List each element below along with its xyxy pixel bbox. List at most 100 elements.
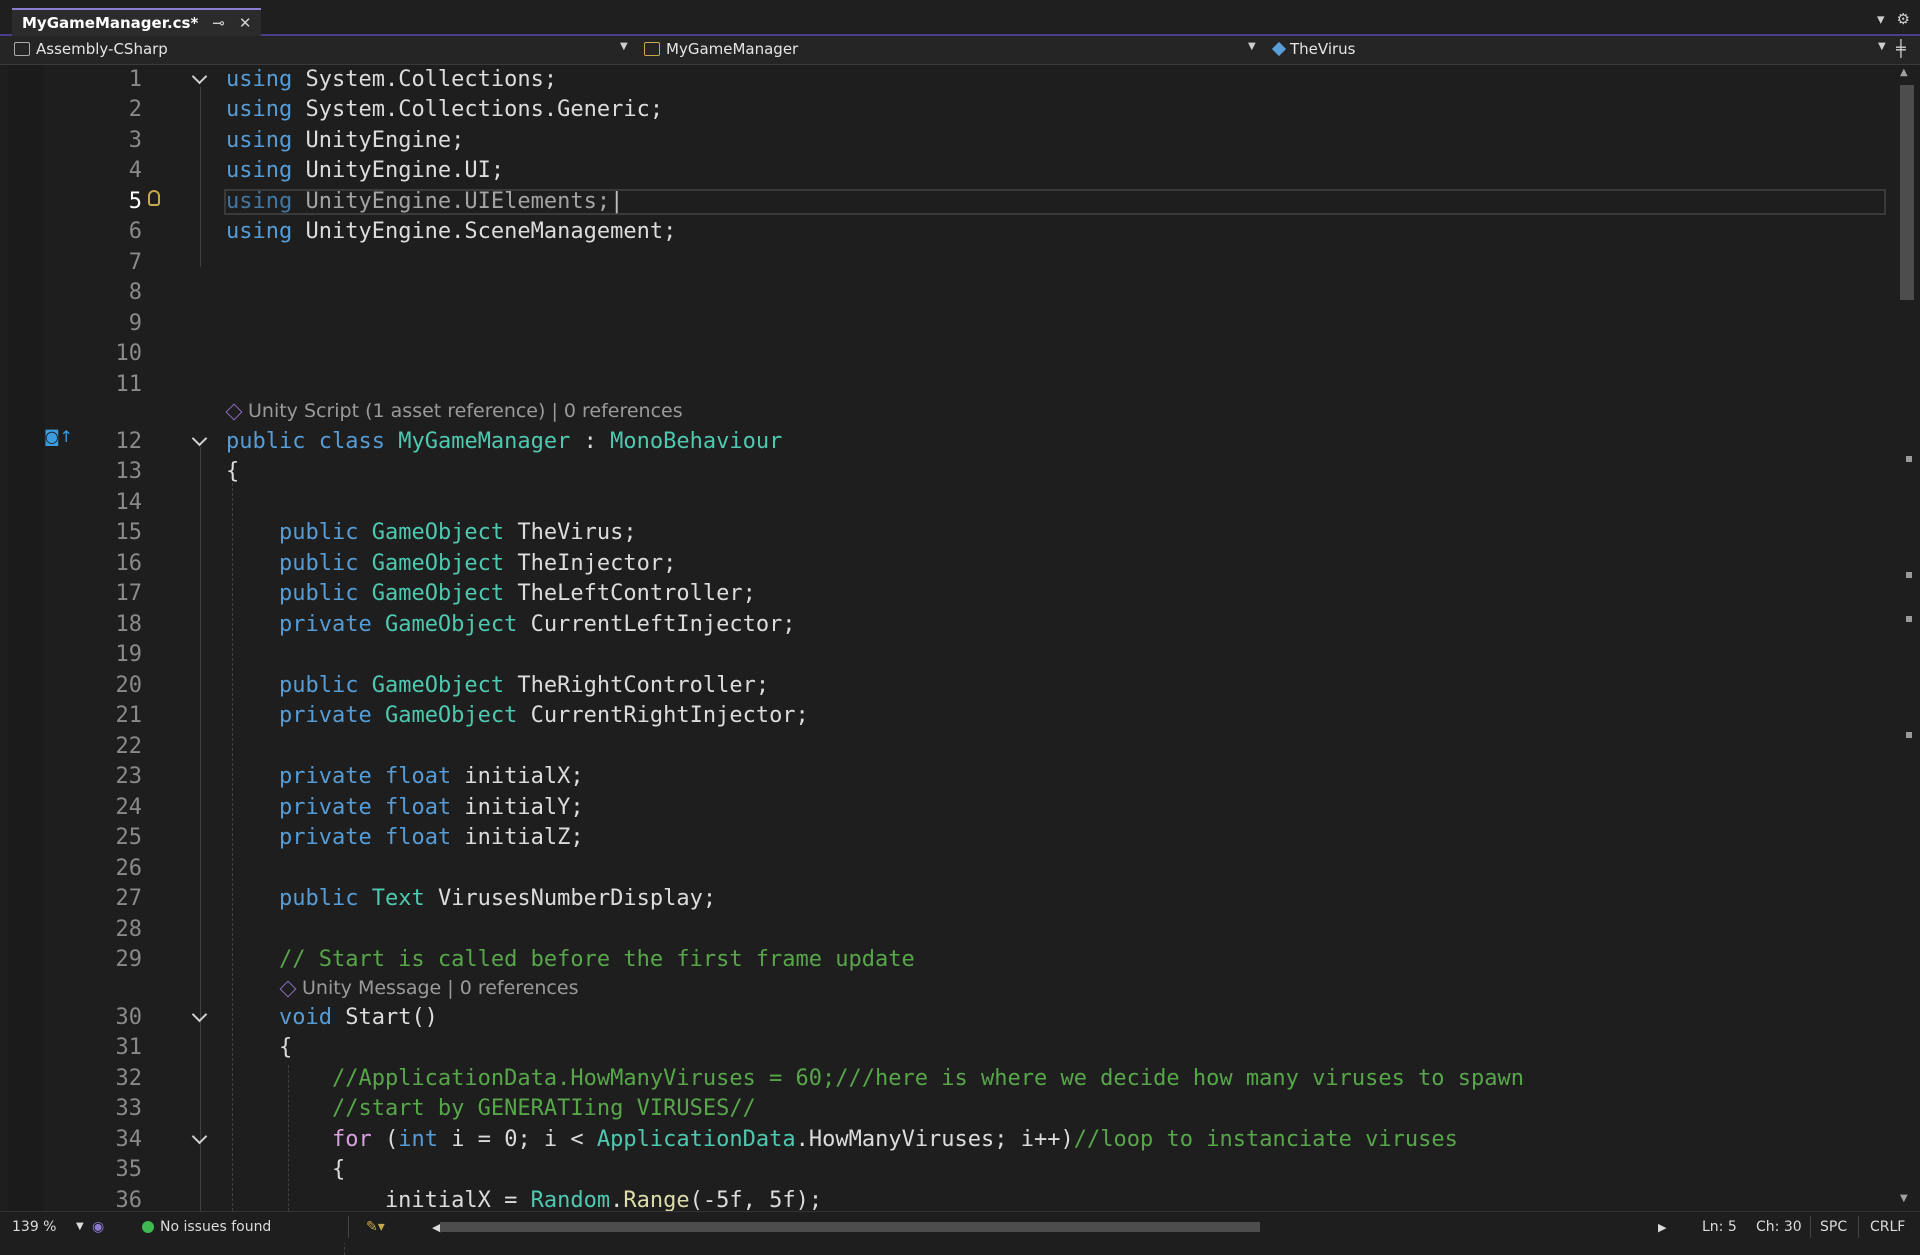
navigation-bar: Assembly-CSharp ▼ MyGameManager ▼ TheVir…: [0, 36, 1920, 65]
settings-icon[interactable]: ⚙: [1897, 10, 1910, 28]
tab-mygamemanager[interactable]: MyGameManager.cs* ⊸ ✕: [12, 8, 262, 36]
scrollbar-thumb[interactable]: [1900, 85, 1914, 300]
line-number: 23: [115, 764, 143, 789]
line-ending-indicator[interactable]: CRLF: [1870, 1219, 1905, 1235]
collapse-icon[interactable]: [191, 1128, 208, 1145]
class-label: MyGameManager: [666, 40, 799, 58]
codelens-class[interactable]: Unity Script (1 asset reference) | 0 ref…: [225, 400, 683, 422]
code-line: 23 private float initialX;: [0, 762, 1880, 792]
code-line: 22: [0, 732, 1880, 762]
vertical-scrollbar[interactable]: ▲ ▼: [1894, 65, 1914, 1211]
code-text: // Start is called before the first fram…: [226, 947, 915, 972]
code-text: using System.Collections.Generic;: [226, 97, 664, 122]
code-text: using UnityEngine.SceneManagement;: [226, 219, 677, 244]
code-line: 31 {: [0, 1033, 1880, 1063]
project-dropdown[interactable]: Assembly-CSharp: [14, 40, 168, 58]
scroll-down-icon[interactable]: ▼: [1900, 1193, 1908, 1204]
line-number: 4: [128, 158, 142, 183]
line-number: 9: [128, 311, 142, 336]
code-text: private GameObject CurrentRightInjector;: [278, 703, 809, 728]
code-line: 15 public GameObject TheVirus;: [0, 518, 1880, 548]
code-line: 19: [0, 640, 1880, 670]
line-number: 27: [115, 886, 143, 911]
code-text: using UnityEngine.UIElements;|: [226, 189, 624, 214]
class-icon: [644, 42, 660, 56]
pin-icon[interactable]: ⊸: [212, 14, 225, 32]
code-line: 25 private float initialZ;: [0, 823, 1880, 853]
issues-indicator[interactable]: No issues found: [142, 1219, 271, 1235]
implementation-icon[interactable]: ◙↑: [44, 427, 73, 446]
code-line: 26: [0, 854, 1880, 884]
cleanup-icon[interactable]: ✎▾: [366, 1219, 385, 1235]
collapse-icon[interactable]: [191, 1006, 208, 1023]
line-number: 21: [115, 703, 143, 728]
collapse-icon[interactable]: [191, 68, 208, 85]
column-indicator[interactable]: Ch: 30: [1756, 1219, 1802, 1235]
code-text: using UnityEngine;: [226, 128, 465, 153]
code-line: 27 public Text VirusesNumberDisplay;: [0, 884, 1880, 914]
line-number: 16: [115, 551, 143, 576]
line-number: 35: [115, 1157, 143, 1182]
code-line: 17 public GameObject TheLeftController;: [0, 579, 1880, 609]
scroll-marker: [1906, 616, 1912, 622]
line-number: 34: [115, 1127, 143, 1152]
code-text: public GameObject TheInjector;: [278, 551, 677, 576]
project-dropdown-chevron-icon[interactable]: ▼: [620, 41, 628, 52]
code-line: 14: [0, 488, 1880, 518]
scroll-marker: [1906, 456, 1912, 462]
code-text: //start by GENERATIing VIRUSES//: [226, 1096, 756, 1121]
horizontal-scrollbar-thumb[interactable]: [440, 1222, 1260, 1232]
zoom-level[interactable]: 139 %: [12, 1219, 56, 1235]
member-dropdown[interactable]: TheVirus: [1271, 40, 1356, 58]
code-text: public class MyGameManager : MonoBehavio…: [226, 429, 783, 454]
code-line: 24 private float initialY;: [0, 793, 1880, 823]
code-text: private GameObject CurrentLeftInjector;: [278, 612, 796, 637]
issues-text: No issues found: [160, 1219, 272, 1235]
code-text: public Text VirusesNumberDisplay;: [278, 886, 717, 911]
class-dropdown[interactable]: MyGameManager: [644, 40, 798, 58]
code-line: 30 void Start(): [0, 1003, 1880, 1033]
scroll-marker: [1906, 732, 1912, 738]
line-number: 10: [115, 341, 143, 366]
close-icon[interactable]: ✕: [239, 14, 252, 32]
code-line: 7: [0, 248, 1880, 278]
collapse-icon[interactable]: [191, 430, 208, 447]
line-indicator[interactable]: Ln: 5: [1702, 1219, 1737, 1235]
line-number: 3: [128, 128, 142, 153]
line-number: 31: [115, 1035, 143, 1060]
member-label: TheVirus: [1290, 40, 1356, 58]
code-line: 3 using UnityEngine;: [0, 126, 1880, 156]
code-editor[interactable]: 1 using System.Collections; 2 using Syst…: [0, 65, 1920, 1255]
code-line: 18 private GameObject CurrentLeftInjecto…: [0, 610, 1880, 640]
code-text: {: [226, 1035, 293, 1060]
codelens-text: Unity Message | 0 references: [302, 977, 579, 999]
line-number: 6: [128, 219, 142, 244]
tab-title: MyGameManager.cs*: [22, 14, 199, 32]
code-line: 10: [0, 339, 1880, 369]
line-number: 24: [115, 795, 143, 820]
scroll-right-icon[interactable]: ▶: [1658, 1221, 1666, 1234]
split-editor-icon[interactable]: ╪: [1896, 39, 1906, 58]
line-number: 30: [115, 1005, 143, 1030]
code-text: //ApplicationData.HowManyViruses = 60;//…: [226, 1066, 1525, 1091]
line-number: 20: [115, 673, 143, 698]
code-line: 20 public GameObject TheRightController;: [0, 671, 1880, 701]
zoom-dropdown-icon[interactable]: ▼: [76, 1221, 84, 1232]
tab-list-dropdown-icon[interactable]: ▾: [1877, 10, 1885, 28]
member-dropdown-chevron-icon[interactable]: ▼: [1878, 41, 1886, 52]
class-dropdown-chevron-icon[interactable]: ▼: [1248, 41, 1256, 52]
project-label: Assembly-CSharp: [36, 40, 168, 58]
code-text: {: [226, 459, 240, 484]
whitespace-indicator[interactable]: SPC: [1820, 1219, 1847, 1235]
copilot-icon[interactable]: ◉: [92, 1219, 104, 1235]
line-number: 7: [128, 250, 142, 275]
code-text: public GameObject TheVirus;: [278, 520, 637, 545]
code-line: 2 using System.Collections.Generic;: [0, 95, 1880, 125]
codelens-start[interactable]: Unity Message | 0 references: [279, 977, 579, 999]
scroll-up-icon[interactable]: ▲: [1900, 67, 1908, 78]
scroll-marker: [1906, 572, 1912, 578]
unity-cube-icon: [225, 403, 243, 420]
line-number: 29: [115, 947, 143, 972]
lightbulb-icon[interactable]: [148, 190, 160, 206]
line-number: 5: [128, 189, 142, 214]
